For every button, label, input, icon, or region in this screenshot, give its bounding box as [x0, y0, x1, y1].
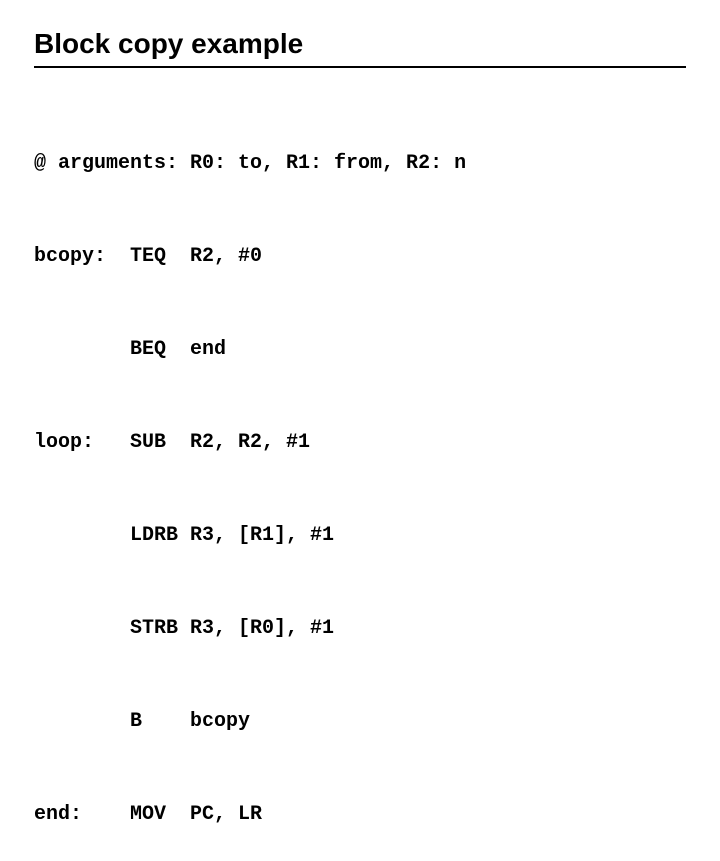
code-opcode: SUB — [130, 427, 190, 458]
code-opcode: TEQ — [130, 241, 190, 272]
code-line: bcopy:TEQR2, #0 — [34, 241, 686, 272]
code-opcode: STRB — [130, 613, 190, 644]
code-opcode: BEQ — [130, 334, 190, 365]
code-operands: R2, R2, #1 — [190, 431, 310, 454]
code-label: loop: — [34, 427, 130, 458]
code-label: end: — [34, 799, 130, 830]
code-operands: R3, [R1], #1 — [190, 524, 334, 547]
code-line: end:MOVPC, LR — [34, 799, 686, 830]
code-operands: R2, #0 — [190, 245, 262, 268]
code-operands: bcopy — [190, 710, 250, 733]
code-operands: PC, LR — [190, 803, 262, 826]
code-opcode: B — [130, 706, 190, 737]
code-operands: end — [190, 338, 226, 361]
code-line: BEQend — [34, 334, 686, 365]
code-opcode: LDRB — [130, 520, 190, 551]
code-line: LDRBR3, [R1], #1 — [34, 520, 686, 551]
page-title: Block copy example — [34, 28, 686, 68]
code-label: bcopy: — [34, 241, 130, 272]
code-line: Bbcopy — [34, 706, 686, 737]
code-comment: @ arguments: R0: to, R1: from, R2: n — [34, 148, 686, 179]
code-operands: R3, [R0], #1 — [190, 617, 334, 640]
code-block: @ arguments: R0: to, R1: from, R2: n bco… — [34, 86, 686, 861]
code-line: STRBR3, [R0], #1 — [34, 613, 686, 644]
code-line: loop:SUBR2, R2, #1 — [34, 427, 686, 458]
code-opcode: MOV — [130, 799, 190, 830]
